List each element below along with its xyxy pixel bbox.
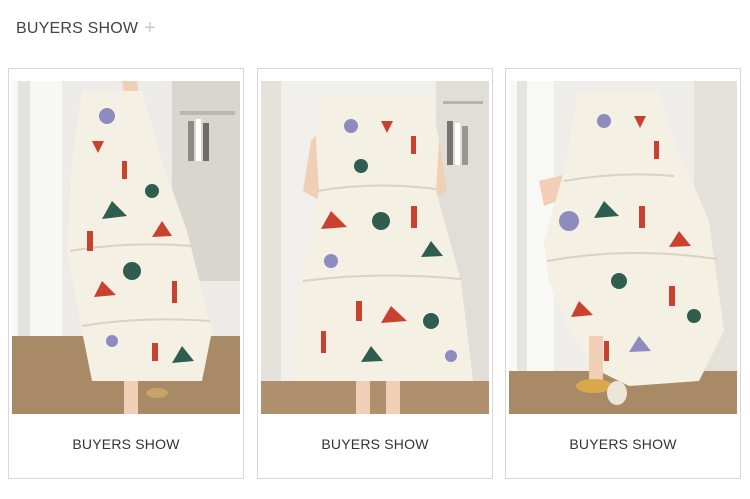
- buyer-photo-card-3[interactable]: BUYERS SHOW: [505, 68, 741, 479]
- plus-icon[interactable]: +: [144, 17, 156, 40]
- buyer-photo-1[interactable]: [12, 81, 240, 414]
- buyer-photo-3[interactable]: [509, 81, 737, 414]
- card-caption-3: BUYERS SHOW: [569, 436, 677, 452]
- buyer-photo-card-2[interactable]: BUYERS SHOW: [257, 68, 493, 479]
- buyers-show-page: BUYERS SHOW + BUYERS SHOW BUYERS SHOW BU…: [0, 0, 750, 499]
- dress-photo-seated-view: [509, 81, 737, 414]
- buyer-photo-2[interactable]: [261, 81, 489, 414]
- buyer-photo-card-1[interactable]: BUYERS SHOW: [8, 68, 244, 479]
- card-caption-1: BUYERS SHOW: [72, 436, 180, 452]
- card-caption-2: BUYERS SHOW: [321, 436, 429, 452]
- page-title: BUYERS SHOW: [16, 20, 139, 37]
- dress-photo-front-view: [261, 81, 489, 414]
- dress-photo-side-view: [12, 81, 240, 414]
